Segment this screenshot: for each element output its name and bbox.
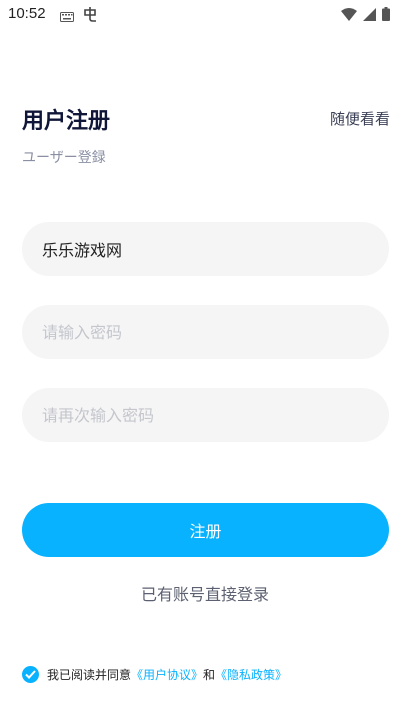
page-subtitle: ユーザー登録 — [22, 150, 106, 166]
password-field[interactable] — [22, 305, 389, 359]
login-link[interactable]: 已有账号直接登录 — [0, 581, 410, 605]
check-icon — [25, 670, 36, 679]
signal-icon — [363, 6, 376, 25]
app-notification-icon — [82, 6, 98, 26]
agreement-row: 我已阅读并同意 《用户协议》 和 《隐私政策》 — [22, 666, 287, 683]
agreement-checkbox[interactable] — [22, 666, 39, 683]
user-agreement-link[interactable]: 《用户协议》 — [131, 666, 203, 683]
username-field[interactable] — [22, 222, 389, 276]
keyboard-icon — [60, 7, 74, 26]
browse-as-guest-link[interactable]: 随便看看 — [330, 108, 390, 129]
agreement-conjunction: 和 — [203, 668, 216, 682]
privacy-policy-link[interactable]: 《隐私政策》 — [215, 666, 287, 683]
status-left-icons — [60, 6, 98, 26]
wifi-icon — [341, 6, 357, 25]
register-button[interactable]: 注册 — [22, 503, 389, 557]
status-time: 10:52 — [8, 5, 46, 22]
agreement-prefix: 我已阅读并同意 — [47, 668, 132, 682]
confirm-password-field[interactable] — [22, 388, 389, 442]
page-title: 用户注册 — [22, 109, 111, 134]
status-bar: 10:52 — [0, 0, 410, 28]
battery-icon — [382, 6, 390, 25]
status-right-icons — [341, 6, 390, 25]
